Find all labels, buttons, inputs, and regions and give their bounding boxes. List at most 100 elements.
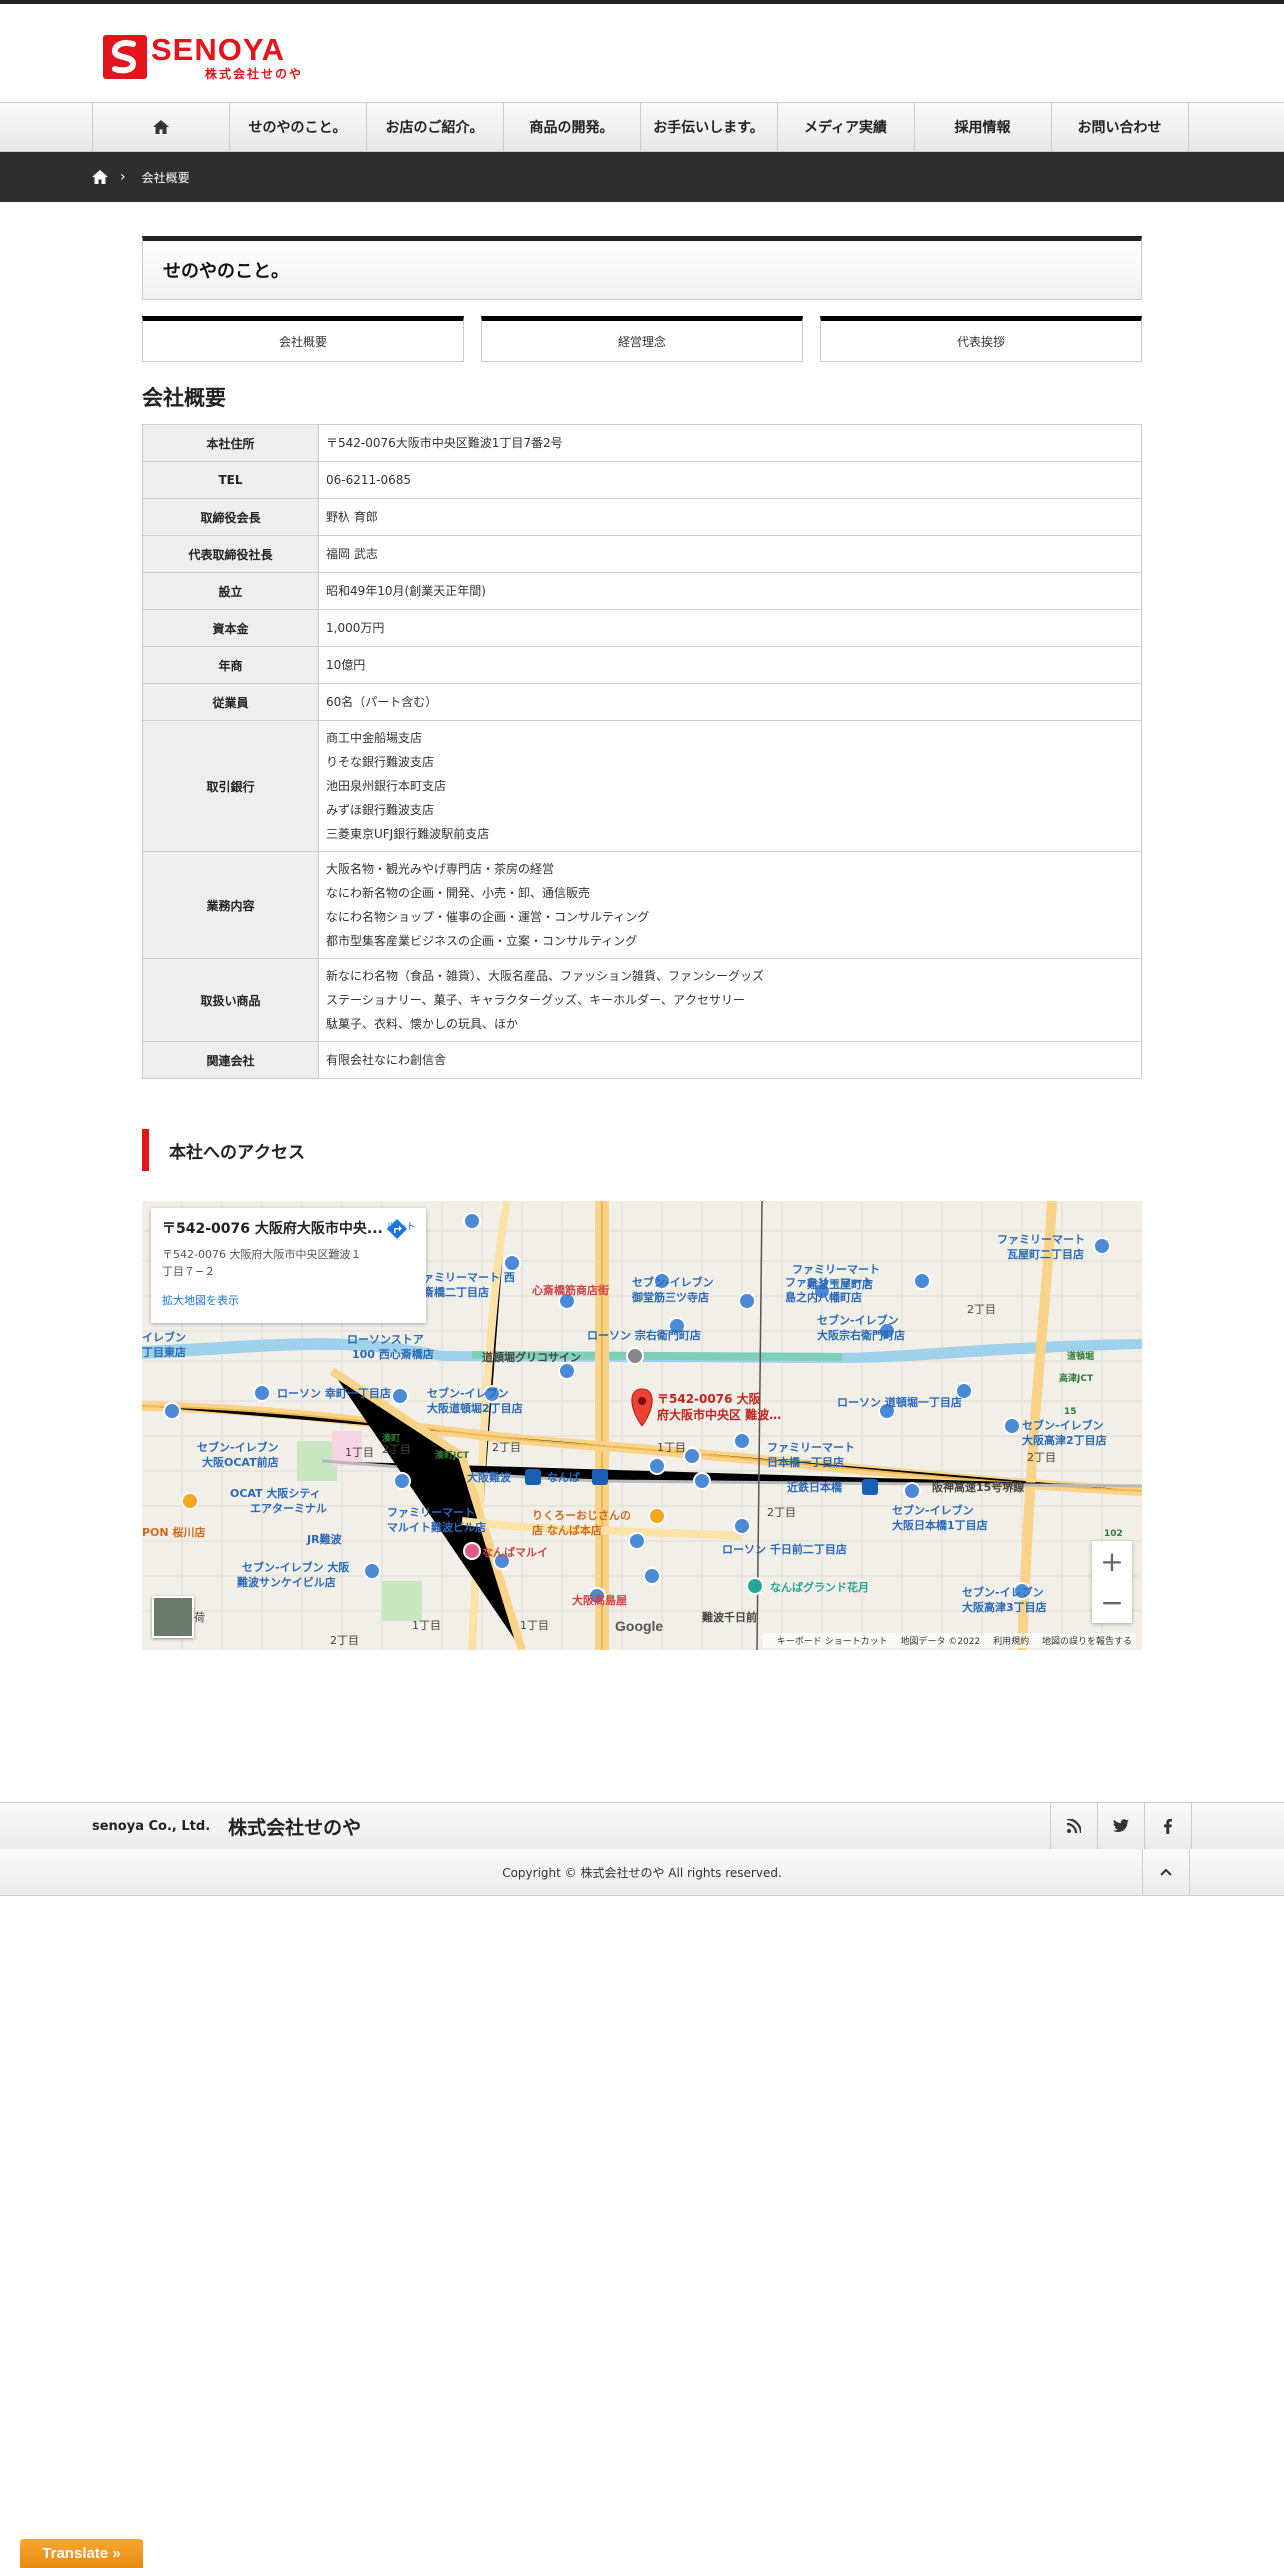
map-label: 2丁目	[767, 1506, 796, 1519]
breadcrumb-current: 会社概要	[141, 170, 190, 185]
site-header: SENOYA 株式会社せのや	[0, 4, 1284, 102]
footer-copyright-bar: Copyright © 株式会社せのや All rights reserved.	[0, 1849, 1284, 1896]
table-value-line: 野杁 育郎	[326, 510, 378, 524]
nav-item-about[interactable]: せのやのこと。	[230, 103, 367, 151]
nav-item-products[interactable]: 商品の開発。	[504, 103, 641, 151]
map-label: ローソン 宗右衛門町店	[587, 1328, 701, 1342]
table-row: 本社住所 〒542-0076大阪市中央区難波1丁目7番2号	[142, 424, 1142, 462]
map-label: ローソン 道頓堀一丁目店	[837, 1395, 962, 1409]
map-label: なんば	[547, 1470, 580, 1484]
map-label: 2丁目	[1027, 1451, 1056, 1464]
table-value-line: 60名（パート含む）	[326, 695, 438, 709]
map-label: 日本橋一丁目店	[767, 1455, 844, 1469]
map-label: なんばグランド花月	[770, 1580, 869, 1594]
table-value: 〒542-0076大阪市中央区難波1丁目7番2号	[318, 424, 1142, 462]
map-pin-label: 府大阪市中央区 難波…	[657, 1407, 781, 1422]
page-top-button[interactable]	[1142, 1849, 1190, 1895]
table-value-line: 三菱東京UFJ銀行難波駅前支店	[326, 827, 490, 841]
rss-icon[interactable]	[1050, 1803, 1097, 1849]
page-title: せのやのこと。	[142, 236, 1142, 300]
map-label: 高津JCT	[1059, 1372, 1094, 1384]
logo-name-en: SENOYA	[151, 32, 286, 67]
site-logo[interactable]: SENOYA 株式会社せのや	[103, 34, 303, 80]
map-label: 荷	[194, 1611, 205, 1624]
table-value: 昭和49年10月(創業天正年間)	[318, 572, 1142, 610]
copyright-text: Copyright © 株式会社せのや All rights reserved.	[502, 1865, 782, 1880]
map-keyboard-shortcuts[interactable]: キーボード ショートカット	[777, 1637, 888, 1647]
global-nav: せのやのこと。 お店のご紹介。 商品の開発。 お手伝いします。 メディア実績 採…	[0, 102, 1284, 152]
map-label: 大阪高津3丁目店	[962, 1600, 1047, 1614]
tab-philosophy[interactable]: 経営理念	[481, 316, 803, 362]
map-label: 大阪日本橋1丁目店	[892, 1518, 988, 1532]
map-label: 近鉄日本橋	[787, 1480, 843, 1494]
table-label: 取引銀行	[142, 720, 319, 852]
table-label: 取扱い商品	[142, 958, 319, 1042]
table-value-line: みずほ銀行難波支店	[326, 803, 435, 817]
footer-bar: senoya Co., Ltd. 株式会社せのや	[0, 1802, 1284, 1850]
table-value: 60名（パート含む）	[318, 683, 1142, 721]
zoom-out-button[interactable]: −	[1092, 1582, 1132, 1623]
map-label: OCAT 大阪シティ	[230, 1486, 321, 1500]
map-label: 15	[1064, 1407, 1077, 1417]
map-label: 大阪宗右衛門町店	[817, 1328, 905, 1342]
table-value-line: なにわ新名物の企画・開発、小売・卸、通信販売	[326, 886, 591, 900]
table-value-line: 10億円	[326, 658, 366, 672]
facebook-icon[interactable]	[1144, 1803, 1192, 1849]
sub-tabs: 会社概要 経営理念 代表挨拶	[142, 316, 1142, 362]
table-label: 従業員	[142, 683, 319, 721]
map-label: ローソン 千日前二丁目店	[722, 1542, 847, 1556]
breadcrumb-home-icon[interactable]	[92, 170, 108, 184]
map-label: 1丁目	[412, 1619, 441, 1632]
nav-item-recruit[interactable]: 採用情報	[915, 103, 1052, 151]
map-pin-label: 〒542-0076 大阪	[657, 1391, 762, 1406]
table-label: 代表取締役社長	[142, 535, 319, 573]
map-larger-link[interactable]: 拡大地図を表示	[162, 1292, 415, 1308]
map-label: 2丁目	[330, 1634, 359, 1647]
table-value-line: 〒542-0076大阪市中央区難波1丁目7番2号	[326, 436, 563, 450]
map-terms-link[interactable]: 利用規約	[993, 1637, 1029, 1647]
map-label: 2丁目	[492, 1441, 521, 1454]
table-label: 資本金	[142, 609, 319, 647]
tab-greeting[interactable]: 代表挨拶	[820, 316, 1142, 362]
map-label: 難波千日前	[702, 1610, 757, 1624]
footer-company-jp: 株式会社せのや	[228, 1816, 362, 1839]
table-row: 資本金 1,000万円	[142, 609, 1142, 647]
nav-item-contact[interactable]: お問い合わせ	[1052, 103, 1189, 151]
table-value: 06-6211-0685	[318, 461, 1142, 499]
tab-company-overview[interactable]: 会社概要	[142, 316, 464, 362]
twitter-icon[interactable]	[1097, 1803, 1144, 1849]
map-data-credit: 地図データ ©2022	[900, 1637, 981, 1647]
home-icon	[152, 120, 169, 134]
map-satellite-toggle[interactable]	[152, 1596, 194, 1638]
map-label: ローソン 幸町一丁目店	[277, 1386, 391, 1400]
main-content: せのやのこと。 会社概要 経営理念 代表挨拶 会社概要 本社住所 〒542-007…	[142, 236, 1142, 1650]
table-row: 取締役会長 野杁 育郎	[142, 498, 1142, 536]
map-label: ファミリーマート	[387, 1506, 475, 1519]
google-map[interactable]: 心斎橋筋商店街 ファミリーマート 島之内八幡町店 ファミリーマート 西 心斎橋二…	[142, 1201, 1142, 1650]
nav-item-shops[interactable]: お店のご紹介。	[367, 103, 504, 151]
zoom-in-button[interactable]: +	[1092, 1541, 1132, 1582]
map-route-button[interactable]: ルート	[386, 1218, 416, 1239]
map-label: 心斎橋筋商店街	[532, 1283, 609, 1297]
translate-button[interactable]: Translate »	[20, 2539, 143, 2568]
nav-item-support[interactable]: お手伝いします。	[641, 103, 778, 151]
map-report-link[interactable]: 地図の誤りを報告する	[1042, 1637, 1132, 1647]
table-value-line: 都市型集客産業ビジネスの企画・立案・コンサルティング	[326, 934, 638, 948]
nav-home[interactable]	[93, 103, 230, 151]
table-value-line: 06-6211-0685	[326, 473, 412, 487]
table-value-line: 福岡 武志	[326, 547, 378, 561]
table-value: 商工中金船場支店 りそな銀行難波支店 池田泉州銀行本町支店 みずほ銀行難波支店 三菱東京…	[318, 720, 1142, 852]
table-label: 設立	[142, 572, 319, 610]
table-label: 関連会社	[142, 1041, 319, 1079]
table-value-line: 池田泉州銀行本町支店	[326, 779, 447, 793]
map-label: 1丁目	[345, 1446, 374, 1459]
nav-item-media[interactable]: メディア実績	[778, 103, 915, 151]
table-value: 新なにわ名物（食品・雑貨）、大阪名産品、ファッション雑貨、ファンシーグッズ ステー…	[318, 958, 1142, 1042]
map-label: 難波玉屋町店	[807, 1277, 873, 1291]
table-value-line: 1,000万円	[326, 621, 385, 635]
table-value-line: りそな銀行難波支店	[326, 755, 435, 769]
map-label: ローソンストア	[347, 1333, 424, 1346]
map-label: ファミリーマート	[767, 1441, 855, 1454]
map-label: 湊町JCT	[435, 1449, 470, 1461]
table-row: 取引銀行 商工中金船場支店 りそな銀行難波支店 池田泉州銀行本町支店 みずほ銀行難波支店…	[142, 720, 1142, 852]
